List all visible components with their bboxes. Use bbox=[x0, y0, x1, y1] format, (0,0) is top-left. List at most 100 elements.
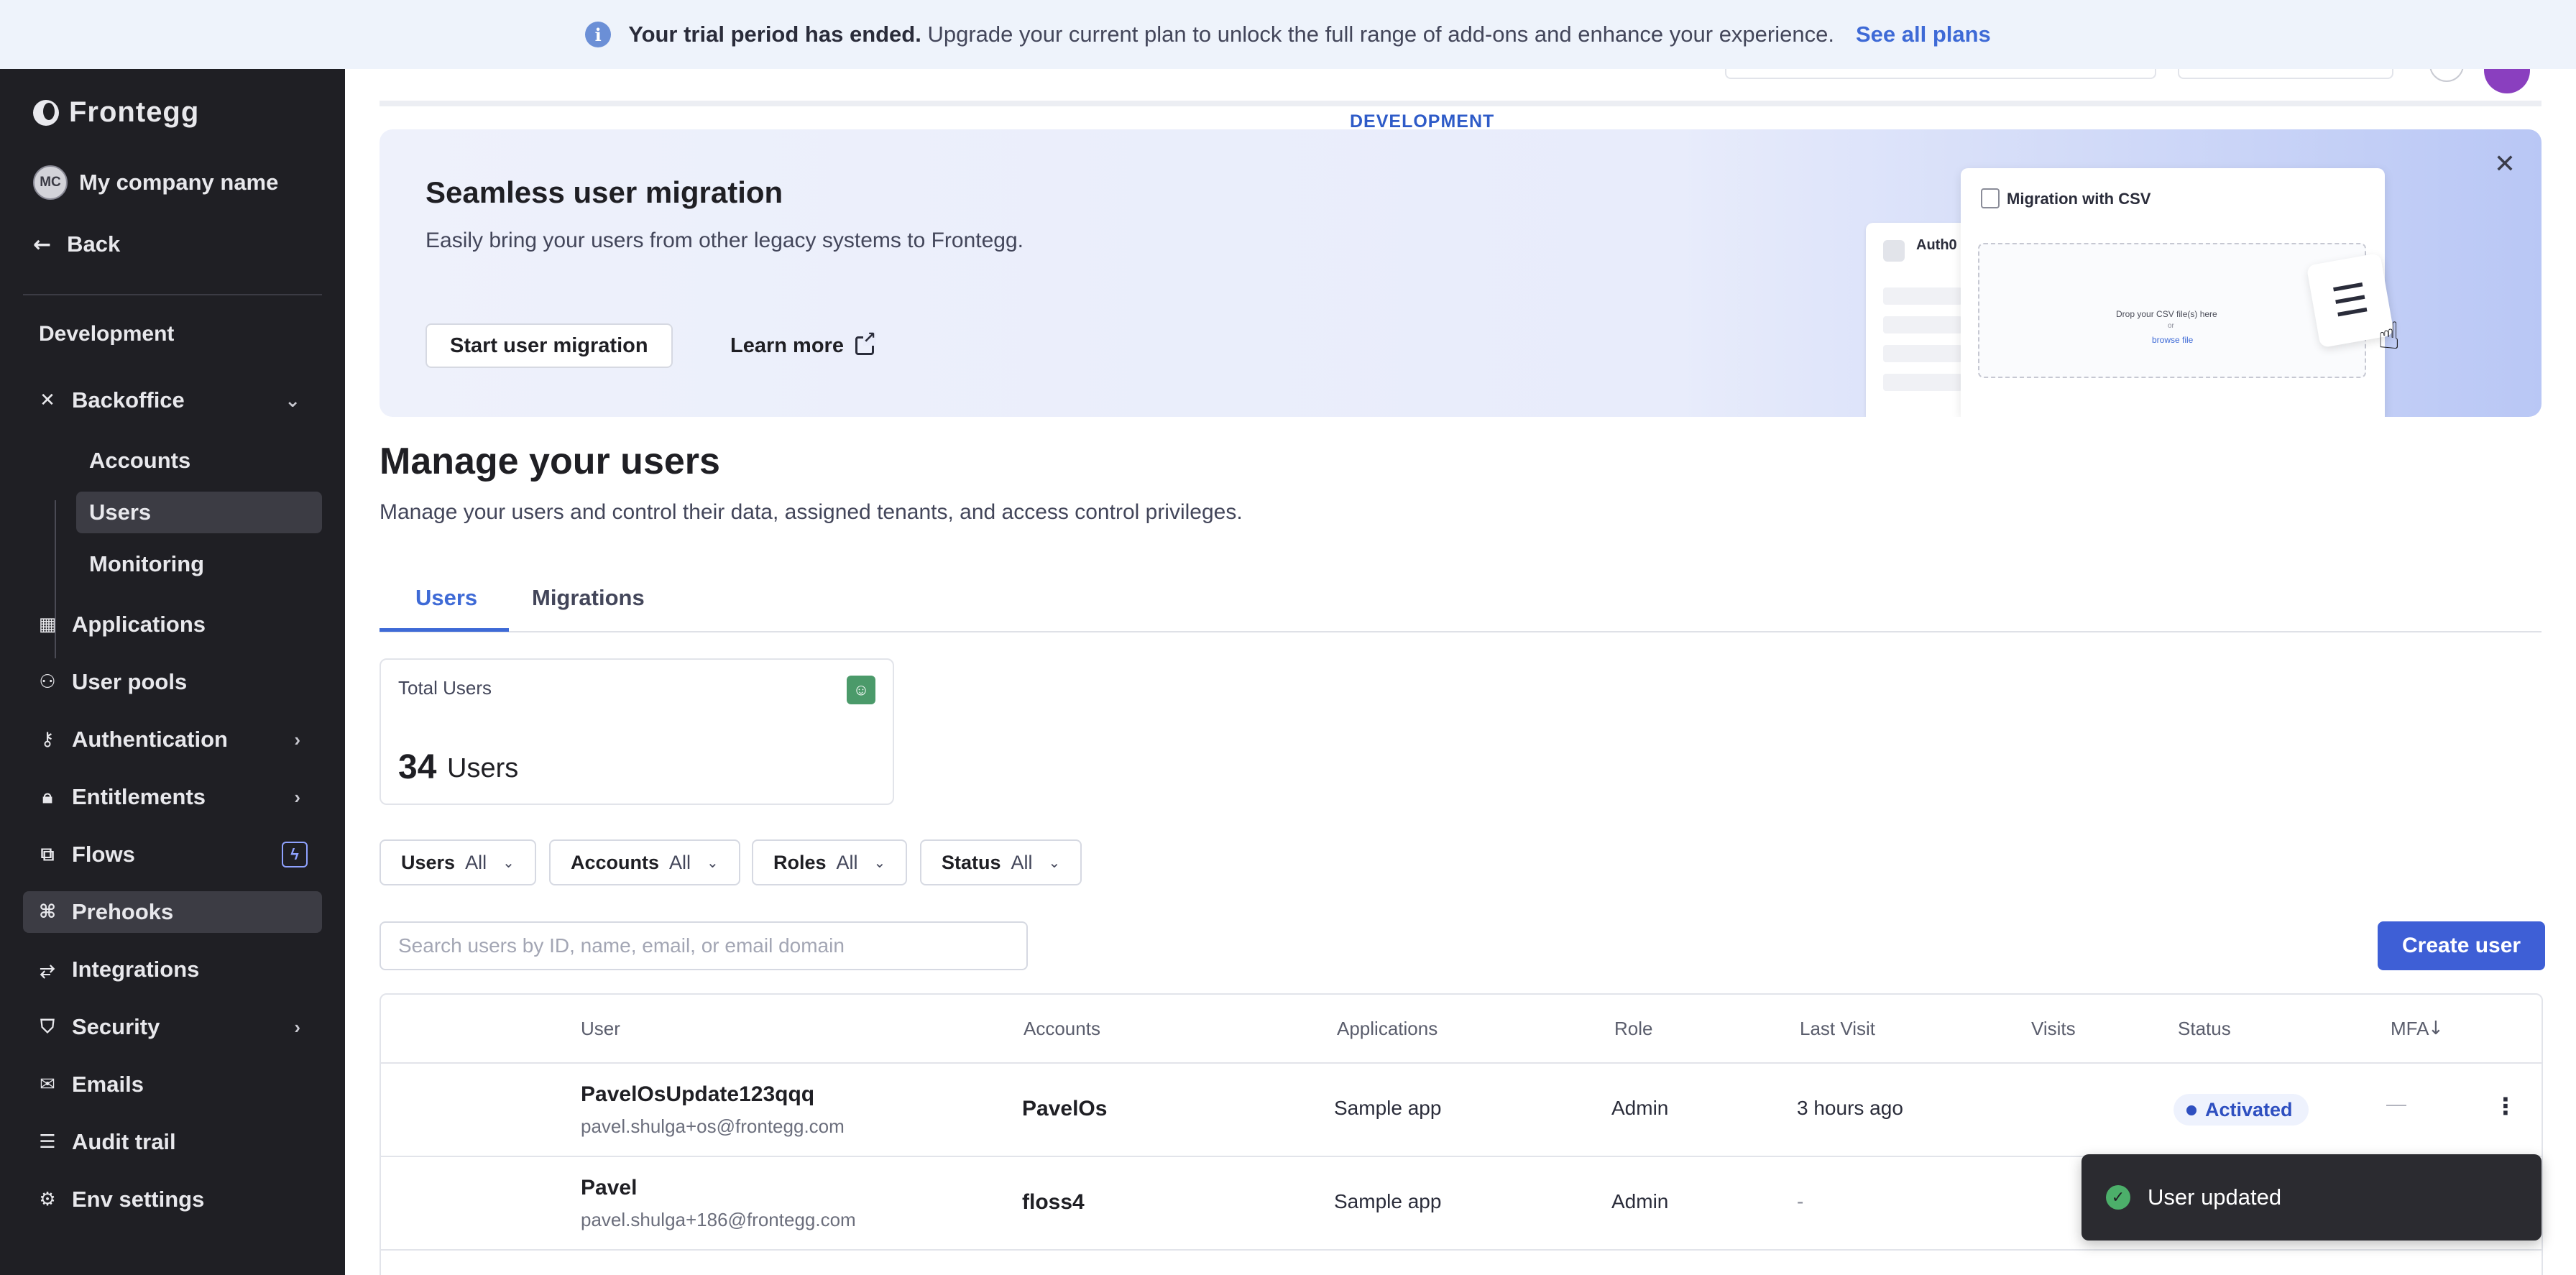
table-row[interactable]: PavelOsUpdate123qqq pavel.shulga+os@fron… bbox=[381, 1064, 2542, 1157]
filter-value: All bbox=[836, 851, 858, 873]
header-search[interactable] bbox=[1725, 69, 2156, 79]
create-user-button[interactable]: Create user bbox=[2378, 921, 2546, 970]
mail-icon: ✉ bbox=[40, 1074, 55, 1095]
sidebar-item-flows[interactable]: ⧉ Flows ϟ bbox=[23, 834, 322, 875]
column-header-role[interactable]: Role bbox=[1614, 1018, 1652, 1040]
column-header-applications[interactable]: Applications bbox=[1337, 1018, 1438, 1040]
filter-value: All bbox=[669, 851, 691, 873]
user-avatar[interactable] bbox=[2484, 69, 2530, 93]
company-switcher[interactable]: MC My company name bbox=[33, 165, 278, 200]
plug-icon: ⥂ bbox=[40, 958, 55, 980]
learn-more-link[interactable]: Learn more bbox=[730, 323, 876, 368]
sidebar-item-label: Entitlements bbox=[72, 784, 206, 809]
user-role: Admin bbox=[1611, 1190, 1669, 1212]
csv-file-icon bbox=[1981, 188, 2000, 208]
start-user-migration-button[interactable]: Start user migration bbox=[426, 323, 673, 368]
active-tab-indicator bbox=[380, 628, 509, 632]
see-all-plans-link[interactable]: See all plans bbox=[1856, 22, 1991, 47]
trial-message-bold: Your trial period has ended. bbox=[628, 22, 921, 47]
sidebar-item-label: User pools bbox=[72, 669, 188, 694]
chevron-down-icon: ⌄ bbox=[707, 855, 719, 871]
sidebar-item-users[interactable]: Users bbox=[76, 492, 322, 533]
grid-icon: ▦ bbox=[38, 614, 57, 635]
filter-status[interactable]: Status All ⌄ bbox=[920, 839, 1082, 885]
tab-users[interactable]: Users bbox=[415, 585, 477, 611]
user-account: floss4 bbox=[1022, 1190, 1085, 1214]
promo-title: Seamless user migration bbox=[426, 175, 783, 209]
user-name: PavelOsUpdate123qqq bbox=[581, 1082, 815, 1106]
more-options-icon[interactable]: ⋮ bbox=[2494, 1092, 2517, 1120]
stat-unit: Users bbox=[447, 753, 519, 783]
back-button[interactable]: ← Back bbox=[33, 231, 120, 257]
check-circle-icon: ✓ bbox=[2106, 1185, 2130, 1210]
filter-accounts[interactable]: Accounts All ⌄ bbox=[549, 839, 740, 885]
stat-value: 34 bbox=[398, 748, 437, 786]
back-label: Back bbox=[67, 231, 121, 257]
sidebar-item-emails[interactable]: ✉ Emails bbox=[23, 1064, 322, 1105]
placeholder-bar bbox=[1883, 287, 1962, 305]
filter-value: All bbox=[1011, 851, 1033, 873]
environment-strip bbox=[380, 101, 2542, 106]
user-application: Sample app bbox=[1334, 1097, 1442, 1119]
sidebar-item-security[interactable]: ⛉ Security › bbox=[23, 1006, 322, 1048]
user-name: Pavel bbox=[581, 1176, 638, 1200]
sidebar-item-env-settings[interactable]: ⚙ Env settings bbox=[23, 1179, 322, 1220]
stat-label: Total Users bbox=[398, 677, 492, 699]
trial-banner: i Your trial period has ended. Upgrade y… bbox=[0, 0, 2576, 69]
sort-arrow-down-icon[interactable]: ↓ bbox=[2428, 1018, 2444, 1039]
sidebar-item-entitlements[interactable]: 🔒︎ Entitlements › bbox=[23, 776, 322, 818]
sidebar: Frontegg MC My company name ← Back Devel… bbox=[0, 69, 345, 1275]
info-icon: i bbox=[585, 22, 612, 47]
user-account: PavelOs bbox=[1022, 1097, 1108, 1120]
help-icon[interactable] bbox=[2429, 69, 2464, 82]
placeholder-bar bbox=[1883, 374, 1962, 391]
table-header: User Accounts Applications Role Last Vis… bbox=[381, 995, 2542, 1064]
column-header-last-visit[interactable]: Last Visit bbox=[1800, 1018, 1875, 1040]
user-application: Sample app bbox=[1334, 1190, 1442, 1212]
learn-more-label: Learn more bbox=[730, 333, 844, 357]
brand-logo[interactable]: Frontegg bbox=[33, 96, 199, 129]
sidebar-item-monitoring[interactable]: Monitoring bbox=[76, 543, 322, 585]
list-icon: ☰ bbox=[39, 1131, 56, 1153]
sidebar-item-label: Security bbox=[72, 1014, 160, 1039]
column-header-visits[interactable]: Visits bbox=[2031, 1018, 2076, 1040]
shield-icon: ⛉ bbox=[40, 1016, 55, 1038]
flow-icon: ⧉ bbox=[40, 843, 55, 865]
dropzone-text: Drop your CSV file(s) here bbox=[2116, 309, 2217, 319]
sidebar-item-authentication[interactable]: ⚷ Authentication › bbox=[23, 719, 322, 760]
environment-selector[interactable] bbox=[2178, 69, 2393, 79]
chevron-right-icon: › bbox=[294, 1016, 300, 1038]
search-users-input[interactable] bbox=[380, 921, 1028, 970]
tab-migrations[interactable]: Migrations bbox=[532, 585, 645, 611]
sidebar-item-prehooks[interactable]: ⌘ Prehooks bbox=[23, 891, 322, 933]
sidebar-item-integrations[interactable]: ⥂ Integrations bbox=[23, 949, 322, 990]
sidebar-item-user-pools[interactable]: ⚇ User pools bbox=[23, 661, 322, 703]
user-last-visit: 3 hours ago bbox=[1797, 1097, 1903, 1119]
filter-users[interactable]: Users All ⌄ bbox=[380, 839, 536, 885]
auth0-label: Auth0 bbox=[1916, 237, 1957, 253]
arrow-left-icon: ← bbox=[33, 231, 52, 257]
sidebar-item-accounts[interactable]: Accounts bbox=[76, 440, 322, 482]
main-content: DEVELOPMENT Seamless user migration Easi… bbox=[345, 69, 2576, 1275]
user-mfa: — bbox=[2386, 1092, 2406, 1115]
trial-message: Your trial period has ended. Upgrade you… bbox=[628, 22, 1834, 47]
column-header-status[interactable]: Status bbox=[2178, 1018, 2231, 1040]
user-email: pavel.shulga+186@frontegg.com bbox=[581, 1209, 856, 1230]
chevron-down-icon: ⌄ bbox=[1048, 855, 1061, 871]
filter-roles[interactable]: Roles All ⌄ bbox=[752, 839, 908, 885]
column-header-mfa[interactable]: MFA bbox=[2391, 1018, 2429, 1040]
user-role: Admin bbox=[1611, 1097, 1669, 1119]
close-icon[interactable]: ✕ bbox=[2494, 149, 2516, 179]
tabs: Users Migrations bbox=[380, 572, 2542, 632]
toast-message: User updated bbox=[2148, 1184, 2282, 1210]
auth0-illustration-card: Auth0 bbox=[1866, 223, 1966, 417]
chevron-down-icon: ⌄ bbox=[502, 855, 515, 871]
column-header-accounts[interactable]: Accounts bbox=[1024, 1018, 1100, 1040]
chevron-right-icon: › bbox=[294, 786, 300, 808]
filter-name: Roles bbox=[773, 851, 827, 873]
filter-name: Users bbox=[401, 851, 456, 873]
sidebar-item-backoffice[interactable]: ✕ Backoffice ⌄ bbox=[23, 379, 322, 421]
sidebar-item-applications[interactable]: ▦ Applications bbox=[23, 604, 322, 645]
sidebar-item-audit-trail[interactable]: ☰ Audit trail bbox=[23, 1121, 322, 1163]
column-header-user[interactable]: User bbox=[581, 1018, 620, 1040]
